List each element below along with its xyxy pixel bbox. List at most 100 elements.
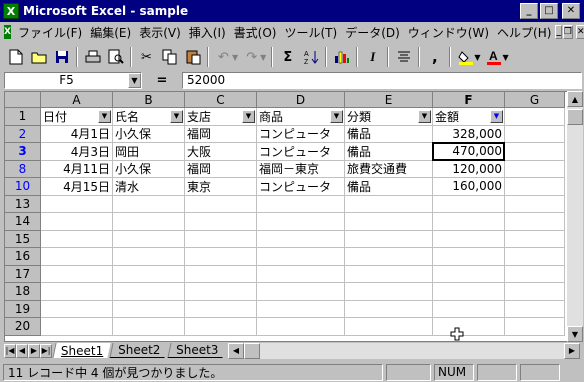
header-cell[interactable] bbox=[505, 108, 565, 126]
table-cell[interactable] bbox=[41, 248, 113, 266]
table-cell[interactable] bbox=[505, 265, 565, 283]
table-cell[interactable]: 備品 bbox=[345, 125, 433, 143]
print-icon[interactable] bbox=[81, 46, 104, 68]
scroll-right-icon[interactable]: ▶ bbox=[564, 342, 580, 359]
table-cell[interactable] bbox=[113, 248, 185, 266]
copy-icon[interactable] bbox=[158, 46, 181, 68]
chart-wizard-icon[interactable] bbox=[330, 46, 353, 68]
column-header-b[interactable]: B bbox=[113, 92, 185, 108]
menu-edit[interactable]: 編集(E) bbox=[86, 24, 135, 41]
table-cell[interactable] bbox=[433, 230, 505, 248]
autofilter-dropdown-icon[interactable]: ▼ bbox=[330, 110, 343, 123]
table-cell[interactable] bbox=[185, 300, 257, 318]
table-cell[interactable] bbox=[345, 248, 433, 266]
table-cell[interactable]: 福岡 bbox=[185, 125, 257, 143]
open-folder-icon[interactable] bbox=[27, 46, 50, 68]
doc-close-button[interactable]: ✕ bbox=[576, 25, 584, 39]
table-cell[interactable] bbox=[345, 213, 433, 231]
table-cell[interactable] bbox=[505, 125, 565, 143]
menu-help[interactable]: ヘルプ(H) bbox=[493, 24, 555, 41]
table-cell[interactable]: 328,000 bbox=[433, 125, 505, 143]
table-cell[interactable]: 4月11日 bbox=[41, 160, 113, 178]
table-cell[interactable] bbox=[505, 195, 565, 213]
table-cell[interactable] bbox=[41, 318, 113, 336]
table-cell[interactable]: 160,000 bbox=[433, 178, 505, 196]
table-cell[interactable] bbox=[345, 300, 433, 318]
table-cell[interactable] bbox=[113, 300, 185, 318]
table-cell[interactable] bbox=[433, 195, 505, 213]
row-header[interactable]: 8 bbox=[5, 160, 41, 178]
table-cell[interactable] bbox=[433, 213, 505, 231]
table-cell[interactable] bbox=[345, 318, 433, 336]
table-cell[interactable] bbox=[41, 300, 113, 318]
close-button[interactable]: ✕ bbox=[562, 3, 580, 19]
table-cell[interactable] bbox=[41, 283, 113, 301]
first-sheet-icon[interactable]: |◀ bbox=[4, 343, 16, 358]
table-cell[interactable] bbox=[185, 265, 257, 283]
row-header[interactable]: 17 bbox=[5, 265, 41, 283]
row-header[interactable]: 10 bbox=[5, 178, 41, 196]
table-cell[interactable]: 岡田 bbox=[113, 143, 185, 161]
table-cell[interactable]: 備品 bbox=[345, 178, 433, 196]
cut-icon[interactable]: ✂ bbox=[135, 46, 158, 68]
menu-tools[interactable]: ツール(T) bbox=[280, 24, 341, 41]
row-header[interactable]: 14 bbox=[5, 213, 41, 231]
autofilter-dropdown-icon[interactable]: ▼ bbox=[98, 110, 111, 123]
table-cell[interactable]: 4月1日 bbox=[41, 125, 113, 143]
table-cell[interactable] bbox=[505, 213, 565, 231]
row-header[interactable]: 15 bbox=[5, 230, 41, 248]
table-cell[interactable] bbox=[257, 318, 345, 336]
print-preview-icon[interactable] bbox=[104, 46, 127, 68]
menu-window[interactable]: ウィンドウ(W) bbox=[404, 24, 493, 41]
table-cell[interactable] bbox=[345, 195, 433, 213]
row-header[interactable]: 1 bbox=[5, 108, 41, 126]
horizontal-scrollbar[interactable]: ◀ ▶ bbox=[228, 342, 580, 359]
table-cell[interactable] bbox=[257, 230, 345, 248]
table-cell[interactable]: 福岡－東京 bbox=[257, 160, 345, 178]
save-icon[interactable] bbox=[50, 46, 73, 68]
table-cell[interactable] bbox=[505, 230, 565, 248]
table-cell[interactable] bbox=[433, 318, 505, 336]
table-cell[interactable] bbox=[257, 300, 345, 318]
row-header[interactable]: 16 bbox=[5, 248, 41, 266]
table-cell[interactable]: 清水 bbox=[113, 178, 185, 196]
scroll-down-icon[interactable]: ▼ bbox=[567, 326, 583, 342]
column-header-a[interactable]: A bbox=[41, 92, 113, 108]
table-cell[interactable] bbox=[113, 318, 185, 336]
last-sheet-icon[interactable]: ▶| bbox=[40, 343, 52, 358]
table-cell[interactable]: 小久保 bbox=[113, 160, 185, 178]
table-cell[interactable] bbox=[345, 230, 433, 248]
table-cell[interactable] bbox=[433, 248, 505, 266]
table-cell[interactable]: 備品 bbox=[345, 143, 433, 161]
menu-file[interactable]: ファイル(F) bbox=[14, 24, 86, 41]
table-cell[interactable] bbox=[257, 213, 345, 231]
column-header-d[interactable]: D bbox=[257, 92, 345, 108]
doc-restore-button[interactable]: ❐ bbox=[562, 25, 573, 39]
table-cell[interactable] bbox=[41, 230, 113, 248]
table-cell[interactable] bbox=[41, 213, 113, 231]
align-center-icon[interactable] bbox=[392, 46, 415, 68]
menu-view[interactable]: 表示(V) bbox=[135, 24, 185, 41]
table-cell[interactable] bbox=[41, 195, 113, 213]
table-cell[interactable] bbox=[41, 265, 113, 283]
row-header[interactable]: 18 bbox=[5, 283, 41, 301]
autofilter-dropdown-icon[interactable]: ▼ bbox=[490, 110, 503, 123]
row-header[interactable]: 3 bbox=[5, 143, 41, 161]
table-cell[interactable] bbox=[185, 283, 257, 301]
table-cell[interactable] bbox=[505, 248, 565, 266]
table-cell[interactable] bbox=[257, 265, 345, 283]
scroll-left-icon[interactable]: ◀ bbox=[228, 342, 244, 359]
autosum-icon[interactable]: Σ bbox=[276, 46, 299, 68]
menu-data[interactable]: データ(D) bbox=[341, 24, 404, 41]
prev-sheet-icon[interactable]: ◀ bbox=[16, 343, 28, 358]
row-header[interactable]: 19 bbox=[5, 300, 41, 318]
table-cell[interactable] bbox=[433, 300, 505, 318]
tab-sheet3[interactable]: Sheet3 bbox=[167, 343, 226, 358]
table-cell[interactable]: 4月3日 bbox=[41, 143, 113, 161]
minimize-button[interactable]: _ bbox=[520, 3, 538, 19]
vertical-scrollbar[interactable]: ▲ ▼ bbox=[567, 91, 583, 342]
next-sheet-icon[interactable]: ▶ bbox=[28, 343, 40, 358]
new-doc-icon[interactable] bbox=[4, 46, 27, 68]
table-cell[interactable]: 福岡 bbox=[185, 160, 257, 178]
column-header-g[interactable]: G bbox=[505, 92, 565, 108]
